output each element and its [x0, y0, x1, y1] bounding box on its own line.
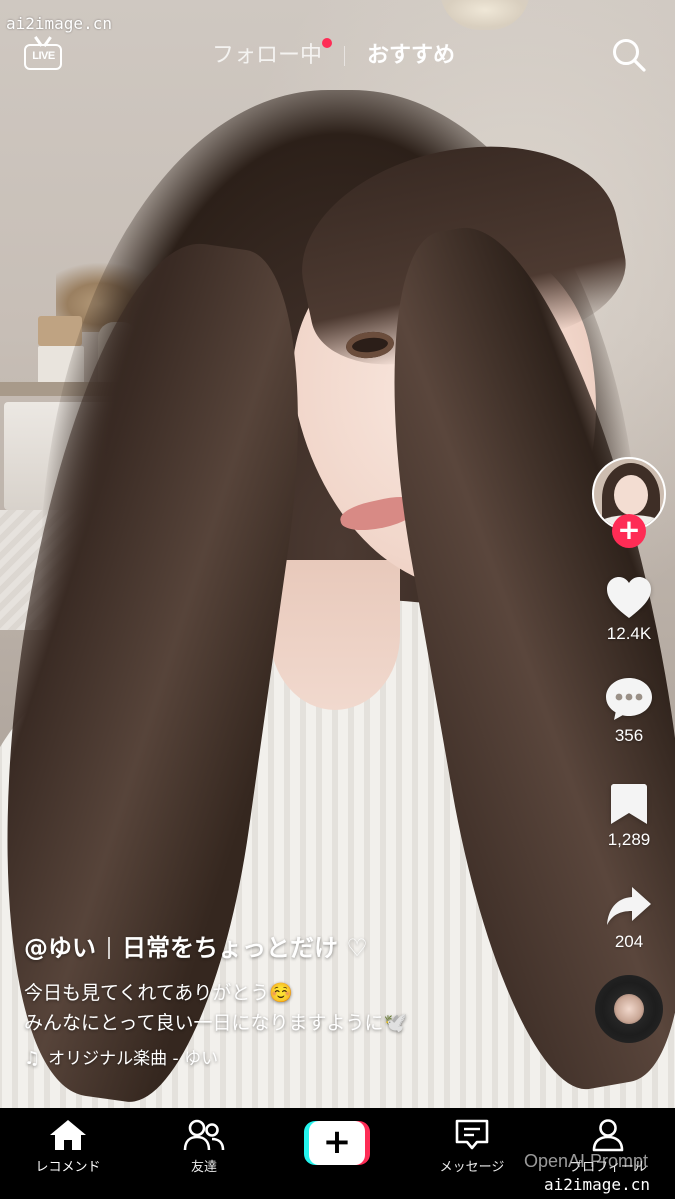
video-caption: @ゆい 日常をちょっとだけ ♡ 今日も見てくれてありがとう☺️ みんなにとって良い…: [24, 930, 584, 1072]
music-title: オリジナル楽曲 - ゆい: [48, 1049, 219, 1069]
nav-inbox[interactable]: メッセージ: [412, 1118, 532, 1175]
tab-divider: [344, 46, 346, 66]
comment-button[interactable]: 356: [597, 676, 661, 746]
nav-inbox-label: メッセージ: [439, 1160, 505, 1175]
create-icon: +: [309, 1121, 365, 1165]
heart-icon: [607, 577, 651, 618]
avatar-face: [614, 475, 648, 515]
caption-title: @ゆい 日常をちょっとだけ ♡: [24, 930, 584, 966]
create-button[interactable]: +: [304, 1121, 370, 1165]
nav-home[interactable]: レコメンド: [8, 1118, 128, 1175]
home-icon: [50, 1120, 86, 1150]
watermark-openai: OpenAI Prompt: [524, 1151, 649, 1171]
inbox-icon: [455, 1119, 489, 1150]
profile-icon: [592, 1119, 624, 1152]
search-icon: [613, 39, 646, 72]
tab-following[interactable]: フォロー中: [212, 38, 333, 74]
like-button[interactable]: 12.4K: [597, 576, 661, 644]
watermark-bottom: ai2image.cn: [544, 1175, 650, 1194]
new-content-dot: [322, 38, 333, 48]
comment-icon: [606, 678, 652, 720]
watermark-top: ai2image.cn: [6, 14, 112, 33]
live-button[interactable]: LIVE: [24, 36, 64, 72]
title-divider: [108, 937, 110, 959]
nav-friends[interactable]: 友達: [144, 1118, 264, 1175]
tab-recommend-label: おすすめ: [367, 43, 456, 68]
share-button[interactable]: 204: [597, 884, 661, 952]
feed-tabs: フォロー中 おすすめ: [212, 38, 455, 74]
music-disc-cover: [614, 994, 644, 1024]
tab-following-label: フォロー中: [212, 43, 323, 68]
nav-home-label: レコメンド: [35, 1160, 101, 1175]
tab-recommend[interactable]: おすすめ: [367, 38, 455, 74]
comment-count: 356: [614, 726, 644, 745]
creator-username[interactable]: @ゆい: [24, 934, 96, 962]
video-feed-screen: ai2image.cn LIVE フォロー中 おすすめ + 12.4K 356 …: [0, 0, 675, 1199]
follow-button[interactable]: +: [612, 514, 646, 548]
person-neck: [270, 560, 400, 710]
bookmark-icon: [611, 784, 647, 824]
nav-friends-label: 友達: [190, 1160, 217, 1175]
music-note-icon: ♫: [24, 1048, 41, 1069]
caption-headline: 日常をちょっとだけ ♡: [122, 934, 368, 962]
caption-line-2: みんなにとって良い一日になりますように🕊️: [24, 1012, 408, 1034]
share-icon: [607, 887, 651, 925]
share-count: 204: [614, 932, 644, 951]
bookmark-button[interactable]: 1,289: [597, 782, 661, 850]
bookmark-count: 1,289: [607, 830, 651, 849]
music-info[interactable]: ♫ オリジナル楽曲 - ゆい: [24, 1046, 584, 1072]
search-button[interactable]: [610, 36, 648, 74]
music-disc-icon[interactable]: [595, 975, 663, 1043]
live-label: LIVE: [32, 50, 55, 62]
like-count: 12.4K: [606, 624, 652, 643]
caption-line-1: 今日も見てくれてありがとう☺️: [24, 982, 293, 1004]
friends-icon: [183, 1119, 225, 1151]
